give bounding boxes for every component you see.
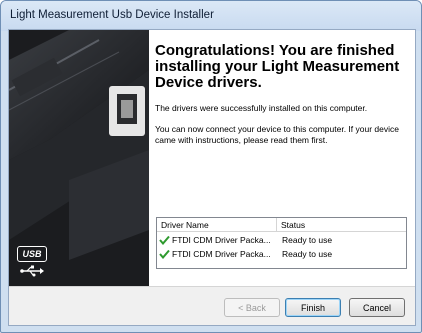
usb-trident-icon — [20, 265, 44, 277]
installer-window: Light Measurement Usb Device Installer U… — [0, 0, 422, 333]
page-heading: Congratulations! You are finished instal… — [155, 42, 400, 91]
table-row[interactable]: FTDI CDM Driver Packa... Ready to use — [157, 248, 406, 261]
finish-button[interactable]: Finish — [285, 298, 341, 317]
check-icon — [159, 249, 170, 259]
column-header-driver-name[interactable]: Driver Name — [161, 220, 209, 230]
content-panel: Congratulations! You are finished instal… — [149, 30, 415, 286]
table-header: Driver Name Status — [157, 218, 406, 232]
dialog-frame: USB Congratulations! You are finished in… — [8, 29, 416, 326]
column-header-status[interactable]: Status — [281, 220, 305, 230]
cancel-button[interactable]: Cancel — [349, 298, 405, 317]
driver-status: Ready to use — [282, 249, 333, 259]
driver-table[interactable]: Driver Name Status FTDI CDM Driver Packa… — [156, 217, 407, 269]
title-bar[interactable]: Light Measurement Usb Device Installer — [1, 1, 421, 31]
driver-name: FTDI CDM Driver Packa... — [172, 235, 271, 245]
usb-logo: USB — [17, 246, 47, 278]
usb-logo-text: USB — [17, 246, 47, 262]
success-message: The drivers were successfully installed … — [155, 103, 368, 113]
table-row[interactable]: FTDI CDM Driver Packa... Ready to use — [157, 234, 406, 247]
button-area-divider — [9, 286, 415, 287]
window-title: Light Measurement Usb Device Installer — [10, 9, 214, 21]
instructions-message: You can now connect your device to this … — [155, 124, 399, 145]
device-illustration: USB — [9, 30, 149, 286]
back-button[interactable]: < Back — [224, 298, 280, 317]
driver-name: FTDI CDM Driver Packa... — [172, 249, 271, 259]
driver-status: Ready to use — [282, 235, 333, 245]
check-icon — [159, 235, 170, 245]
column-divider[interactable] — [276, 218, 277, 231]
